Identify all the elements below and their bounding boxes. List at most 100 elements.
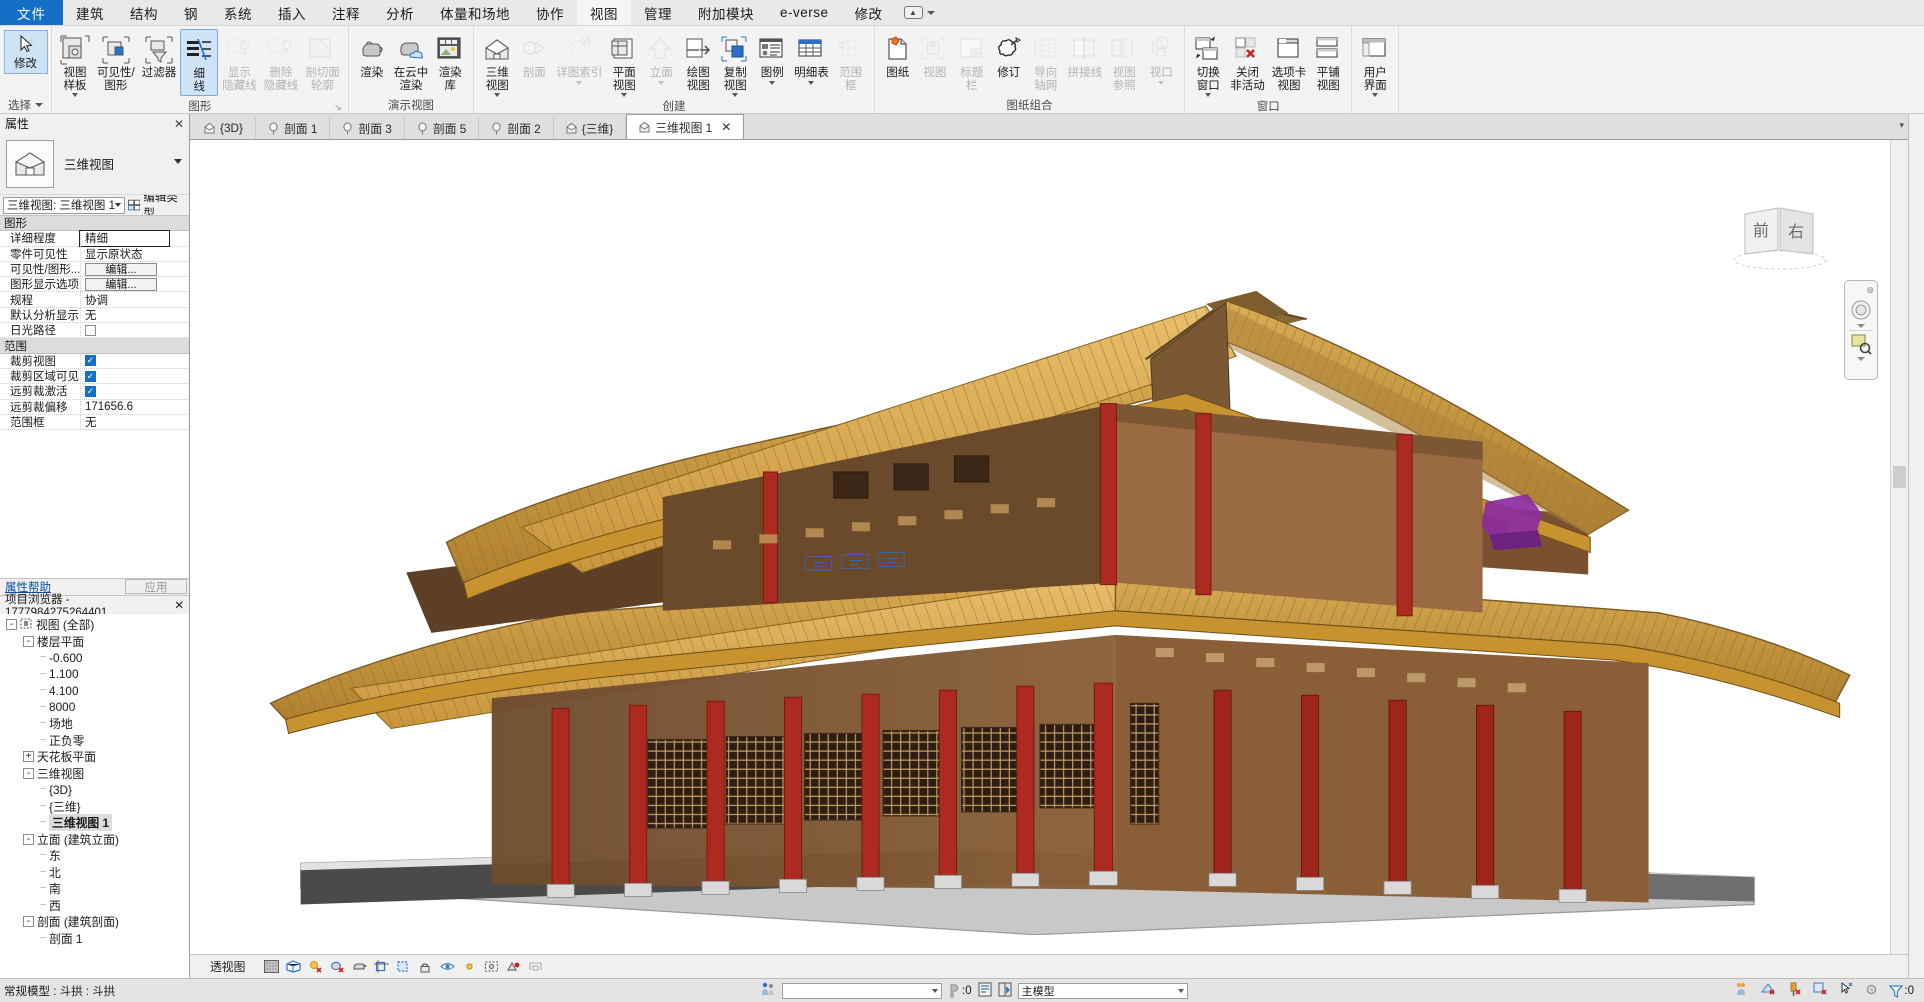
expand-icon[interactable]: + (23, 751, 34, 763)
visual-style-icon[interactable] (285, 959, 301, 975)
menu-item-5[interactable]: 注释 (319, 0, 373, 25)
property-value[interactable]: 无 (80, 414, 189, 431)
ribbon-button-render-gallery[interactable]: 渲染 库 (432, 29, 468, 94)
temporary-hide-icon[interactable] (439, 959, 455, 975)
menu-item-11[interactable]: 附加模块 (685, 0, 767, 25)
tree-node[interactable]: ┈ {三维} (0, 798, 189, 815)
analytical-model-icon[interactable] (483, 959, 499, 975)
tree-node[interactable]: ┈ {3D} (0, 782, 189, 799)
highlight-displacement-icon[interactable] (505, 959, 521, 975)
ribbon-button-schedule[interactable]: 明细表 (791, 29, 832, 87)
ribbon-button-sheet[interactable]: 图纸 (880, 29, 916, 82)
tree-node[interactable]: ┈ 剖面 1 (0, 930, 189, 947)
chevron-down-icon[interactable] (1857, 357, 1865, 361)
collapse-icon[interactable]: - (23, 916, 34, 928)
property-value[interactable]: 编辑... (80, 277, 189, 291)
menu-item-10[interactable]: 管理 (631, 0, 685, 25)
steering-wheel-icon[interactable] (1849, 298, 1873, 322)
constraints-icon[interactable] (527, 959, 543, 975)
tree-node[interactable]: ┈ 三维视图 1 (0, 814, 189, 832)
close-icon[interactable]: ✕ (721, 120, 731, 134)
crop-view-icon[interactable] (373, 959, 389, 975)
ribbon-button-render-teapot[interactable]: 渲染 (354, 29, 390, 82)
property-value[interactable]: 显示原状态 (80, 245, 189, 262)
chevron-down-icon[interactable] (1372, 93, 1379, 97)
chevron-down-icon[interactable] (808, 80, 815, 85)
ribbon-button-legend[interactable]: 图例 (754, 29, 790, 87)
property-checkbox[interactable] (85, 324, 96, 336)
tree-node[interactable]: ┈ 8000 (0, 699, 189, 716)
chevron-down-icon[interactable] (494, 93, 501, 97)
chevron-down-icon[interactable] (1205, 93, 1212, 97)
property-value[interactable]: 171656.6 (80, 400, 189, 413)
ribbon-button-render-cloud[interactable]: 在云中 渲染 (391, 29, 432, 94)
close-icon[interactable]: ⊗ (1866, 285, 1874, 296)
3d-view-canvas[interactable]: 前 右 ⊗ (190, 140, 1890, 954)
ribbon-button-close-inactive[interactable]: 关闭 非活动 (1227, 29, 1268, 94)
ribbon-button-view-template[interactable]: 视图 样板 (57, 29, 93, 99)
chevron-down-icon[interactable] (174, 159, 182, 164)
collapse-icon[interactable]: - (6, 619, 17, 631)
menu-item-1[interactable]: 结构 (117, 0, 171, 25)
view-tab-0[interactable]: {3D} (192, 117, 256, 139)
view-tab-2[interactable]: 剖面 3 (330, 117, 405, 139)
menu-item-2[interactable]: 钢 (171, 0, 211, 25)
property-value[interactable]: ✓ (80, 370, 189, 382)
menu-item-0[interactable]: 建筑 (63, 0, 117, 25)
ribbon-button-revision[interactable]: 修订 (991, 29, 1027, 82)
ribbon-button-visibility-graphics[interactable]: 可见性/ 图形 (94, 29, 138, 94)
render-dialog-icon[interactable] (351, 959, 367, 975)
view-tab-5[interactable]: {三维} (553, 117, 627, 139)
ribbon-button-plan-view[interactable]: 平面 视图 (606, 29, 642, 99)
collapse-icon[interactable]: - (23, 635, 34, 647)
tree-node[interactable]: - 立面 (建筑立面) (0, 831, 189, 848)
detail-level-icon[interactable] (263, 959, 279, 975)
tree-node[interactable]: ┈ 东 (0, 848, 189, 865)
close-icon[interactable]: ✕ (174, 117, 184, 131)
ribbon-button-tile-views[interactable]: 平铺 视图 (1310, 29, 1346, 94)
model-filter-icon[interactable] (978, 982, 992, 1000)
tree-node[interactable]: - 视图 (全部) (0, 617, 189, 634)
crop-region-icon[interactable] (395, 959, 411, 975)
chevron-down-icon[interactable] (72, 93, 78, 97)
tree-node[interactable]: ┈ 正负零 (0, 732, 189, 749)
zoom-region-icon[interactable] (1850, 333, 1872, 355)
chevron-down-icon[interactable] (621, 93, 628, 97)
tree-node[interactable]: ┈ 北 (0, 864, 189, 881)
menu-item-4[interactable]: 插入 (265, 0, 319, 25)
property-edit-button[interactable]: 编辑... (85, 277, 157, 291)
view-tab-3[interactable]: 剖面 5 (404, 117, 480, 139)
tree-node[interactable]: ┈ -0.600 (0, 650, 189, 667)
view-scale-label[interactable]: 透视图 (196, 958, 245, 975)
scrollbar-thumb[interactable] (1893, 465, 1906, 488)
property-checkbox[interactable]: ✓ (85, 355, 96, 367)
property-checkbox[interactable]: ✓ (85, 370, 96, 382)
settings-icon[interactable] (1864, 982, 1879, 1000)
collapse-icon[interactable]: - (23, 833, 34, 845)
property-value[interactable]: ✓ (80, 385, 189, 397)
tab-scroll-controls[interactable]: ▾ (1899, 120, 1904, 131)
chevron-down-icon[interactable] (769, 80, 776, 85)
view-tab-1[interactable]: 剖面 1 (255, 117, 331, 139)
ribbon-button-switch-window[interactable]: 切换 窗口 (1190, 29, 1226, 99)
property-value[interactable]: ✓ (80, 355, 189, 367)
tree-node[interactable]: ┈ 4.100 (0, 683, 189, 700)
navigation-bar[interactable]: ⊗ (1844, 280, 1878, 380)
menu-item-7[interactable]: 体量和场地 (427, 0, 523, 25)
menu-item-6[interactable]: 分析 (373, 0, 427, 25)
chevron-down-icon[interactable] (35, 103, 43, 107)
chevron-down-icon[interactable] (926, 10, 935, 15)
view-cube[interactable]: 前 右 (1725, 188, 1835, 278)
chinese-temple-3d-model[interactable] (190, 140, 1890, 935)
property-checkbox[interactable]: ✓ (85, 385, 96, 397)
tree-node[interactable]: ┈ 南 (0, 881, 189, 898)
select-underlay-icon[interactable] (1760, 981, 1776, 1000)
select-by-face-icon[interactable] (1812, 981, 1828, 1000)
tree-node[interactable]: ┈ 场地 (0, 716, 189, 733)
chevron-down-icon[interactable] (1857, 324, 1865, 328)
ribbon-button-duplicate-view[interactable]: 复制 视图 (717, 29, 753, 99)
property-value[interactable] (80, 324, 189, 336)
tree-node[interactable]: ┈ 1.100 (0, 666, 189, 683)
view-tab-4[interactable]: 剖面 2 (479, 117, 554, 139)
menu-item-9[interactable]: 视图 (577, 0, 631, 25)
